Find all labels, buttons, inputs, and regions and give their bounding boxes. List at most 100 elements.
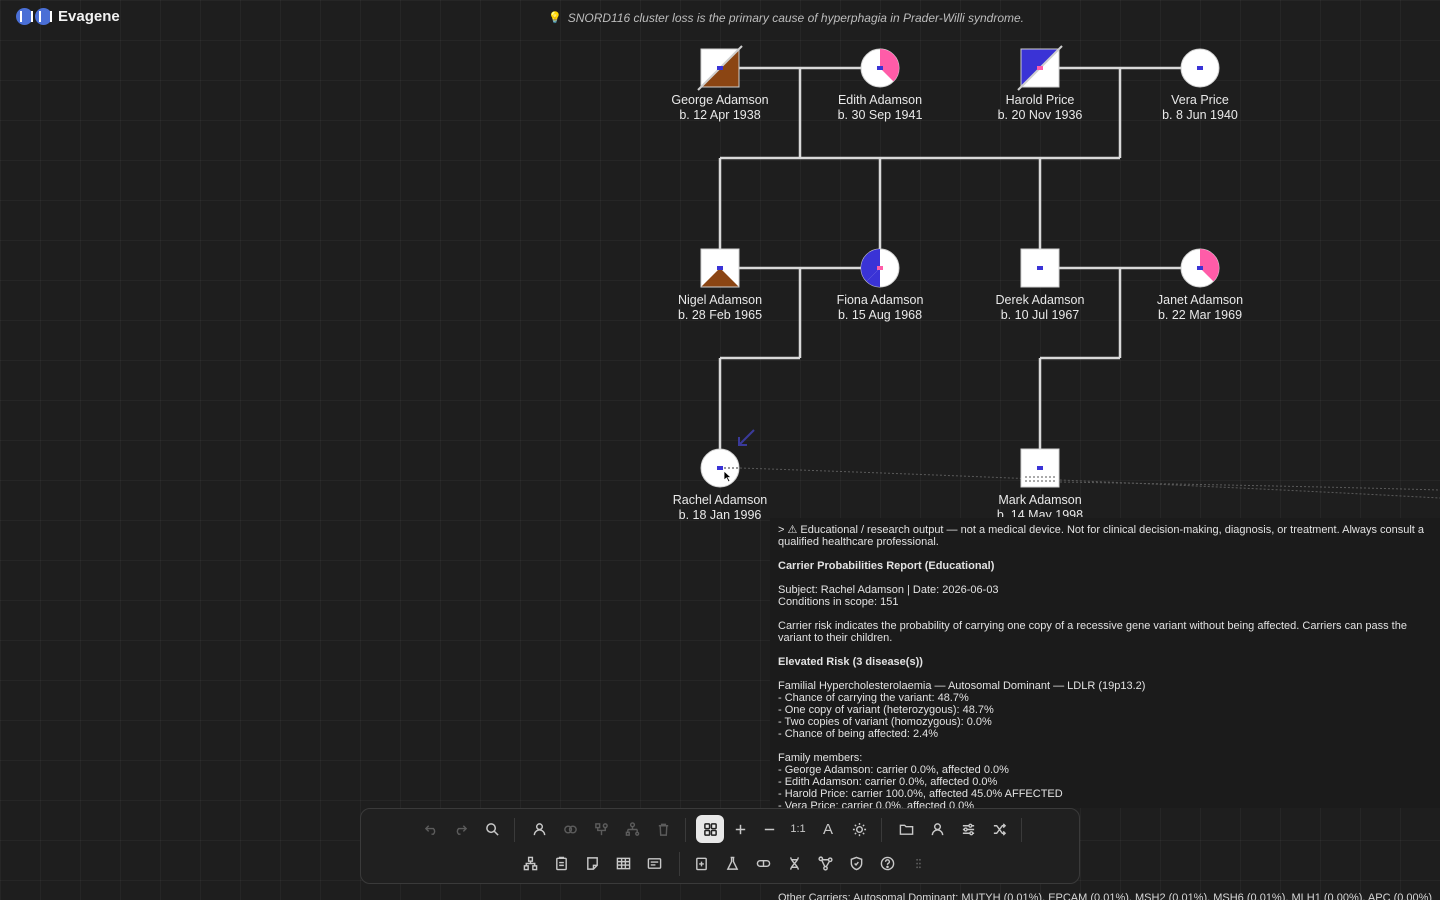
table-view-button[interactable]: [609, 849, 637, 877]
add-person-button[interactable]: [525, 815, 553, 843]
person-nigel-symbol[interactable]: [700, 248, 740, 288]
report-disclaimer: > ⚠ Educational / research output — not …: [778, 524, 1425, 548]
redo-button[interactable]: [446, 815, 474, 843]
table-icon: [616, 857, 630, 869]
person-fiona-symbol[interactable]: [860, 248, 900, 288]
toolbar-separator: [1021, 818, 1022, 842]
bottom-toolbar: 1:1 A: [360, 808, 1080, 884]
person-label[interactable]: George Adamson b. 12 Apr 1938: [650, 93, 790, 123]
person-name: Vera Price: [1171, 93, 1229, 107]
zoom-in-button[interactable]: [726, 815, 754, 843]
disease-block: Familial Hypercholesterolaemia — Autosom…: [778, 680, 1432, 740]
toolbar-separator: [685, 818, 686, 842]
person-george-symbol[interactable]: [697, 45, 743, 91]
person-name: Nigel Adamson: [677, 293, 763, 307]
members-heading: Family members:: [778, 752, 863, 764]
open-file-button[interactable]: [892, 815, 920, 843]
person-dob: b. 18 Jan 1996: [678, 508, 762, 522]
person-vera-symbol[interactable]: [1180, 48, 1220, 88]
clipboard-icon: [555, 856, 567, 870]
profile-button[interactable]: [923, 815, 951, 843]
add-parents-button[interactable]: [587, 815, 615, 843]
person-name: Mark Adamson: [998, 493, 1082, 507]
settings-sliders-button[interactable]: [954, 815, 982, 843]
privacy-button[interactable]: [842, 849, 870, 877]
clipboard-button[interactable]: [547, 849, 575, 877]
trash-icon: [658, 823, 668, 836]
person-label[interactable]: Harold Price b. 20 Nov 1936: [970, 93, 1110, 123]
auto-layout-button[interactable]: [696, 815, 724, 843]
user-icon: [931, 822, 943, 835]
person-name: George Adamson: [671, 93, 769, 107]
person-dob: b. 12 Apr 1938: [679, 108, 761, 122]
person-janet-symbol[interactable]: [1180, 248, 1220, 288]
disease-line: - Two copies of variant (homozygous): 0.…: [778, 716, 992, 728]
person-dob: b. 30 Sep 1941: [837, 108, 923, 122]
shield-icon: [850, 856, 862, 870]
person-harold-symbol[interactable]: [1017, 45, 1063, 91]
undo-button[interactable]: [417, 815, 445, 843]
person-label[interactable]: Nigel Adamson b. 28 Feb 1965: [650, 293, 790, 323]
form-view-button[interactable]: [640, 849, 668, 877]
drag-handle[interactable]: [904, 849, 932, 877]
person-label[interactable]: Derek Adamson b. 10 Jul 1967: [970, 293, 1110, 323]
shuffle-button[interactable]: [985, 815, 1013, 843]
toolbar-row-bottom: [361, 849, 1081, 879]
person-icon: [533, 822, 545, 835]
parents-icon: [594, 822, 608, 835]
person-dob: b. 8 Jun 1940: [1162, 108, 1238, 122]
person-name: Edith Adamson: [837, 93, 923, 107]
search-button[interactable]: [478, 815, 506, 843]
theme-toggle-button[interactable]: [845, 815, 873, 843]
disease-line: - Chance of being affected: 2.4%: [778, 728, 939, 740]
person-dob: b. 15 Aug 1968: [837, 308, 923, 322]
report-conditions: Conditions in scope: 151: [778, 596, 899, 608]
person-dob: b. 14 May 1998: [996, 508, 1084, 517]
undo-icon: [424, 824, 435, 835]
dna-button[interactable]: [780, 849, 808, 877]
disease-line: - One copy of variant (heterozygous): 48…: [778, 704, 994, 716]
zoom-reset-button[interactable]: 1:1: [784, 815, 812, 843]
disease-title: Familial Hypercholesterolaemia — Autosom…: [778, 680, 1146, 692]
toolbar-row-top: 1:1 A: [361, 815, 1081, 845]
link-partner-button[interactable]: [556, 815, 584, 843]
person-label[interactable]: Mark Adamson b. 14 May 1998: [970, 493, 1110, 517]
person-dob: b. 10 Jul 1967: [1000, 308, 1080, 322]
help-button[interactable]: [873, 849, 901, 877]
person-name: Harold Price: [1005, 93, 1075, 107]
capsule-button[interactable]: [749, 849, 777, 877]
carrier-report-panel[interactable]: > ⚠ Educational / research output — not …: [770, 518, 1440, 808]
lab-tests-button[interactable]: [718, 849, 746, 877]
person-label[interactable]: Vera Price b. 8 Jun 1940: [1130, 93, 1270, 123]
person-dob: b. 20 Nov 1936: [997, 108, 1083, 122]
add-children-button[interactable]: [618, 815, 646, 843]
person-label[interactable]: Fiona Adamson b. 15 Aug 1968: [810, 293, 950, 323]
proband-arrow-icon: [738, 429, 755, 446]
zoom-out-button[interactable]: [755, 815, 783, 843]
folder-icon: [899, 824, 913, 835]
note-icon: [586, 856, 598, 870]
person-dob: b. 22 Mar 1969: [1157, 308, 1243, 322]
text-size-button[interactable]: A: [814, 815, 842, 843]
toolbar-separator: [881, 818, 882, 842]
person-label[interactable]: Rachel Adamson b. 18 Jan 1996: [650, 493, 790, 523]
person-label[interactable]: Janet Adamson b. 22 Mar 1969: [1130, 293, 1270, 323]
medical-clipboard-icon: [695, 857, 707, 870]
tree-view-button[interactable]: [516, 849, 544, 877]
report-bottom-line: Other Carriers: Autosomal Dominant: MUTY…: [778, 892, 1433, 900]
member-line: - Harold Price: carrier 100.0%, affected…: [778, 788, 1063, 800]
person-rachel-symbol[interactable]: [700, 448, 740, 488]
report-button[interactable]: [687, 849, 715, 877]
disease-line: - Chance of carrying the variant: 48.7%: [778, 692, 969, 704]
person-derek-symbol[interactable]: [1020, 248, 1060, 288]
family-members-block: Family members: - George Adamson: carrie…: [778, 752, 1432, 808]
notes-button[interactable]: [578, 849, 606, 877]
person-name: Rachel Adamson: [672, 493, 768, 507]
person-label[interactable]: Edith Adamson b. 30 Sep 1941: [810, 93, 950, 123]
variant-network-button[interactable]: [811, 849, 839, 877]
report-subject: Subject: Rachel Adamson | Date: 2026-06-…: [778, 584, 999, 596]
help-icon: [880, 856, 894, 870]
person-edith-symbol[interactable]: [860, 48, 900, 88]
delete-button[interactable]: [649, 815, 677, 843]
person-mark-symbol[interactable]: [1020, 448, 1060, 488]
